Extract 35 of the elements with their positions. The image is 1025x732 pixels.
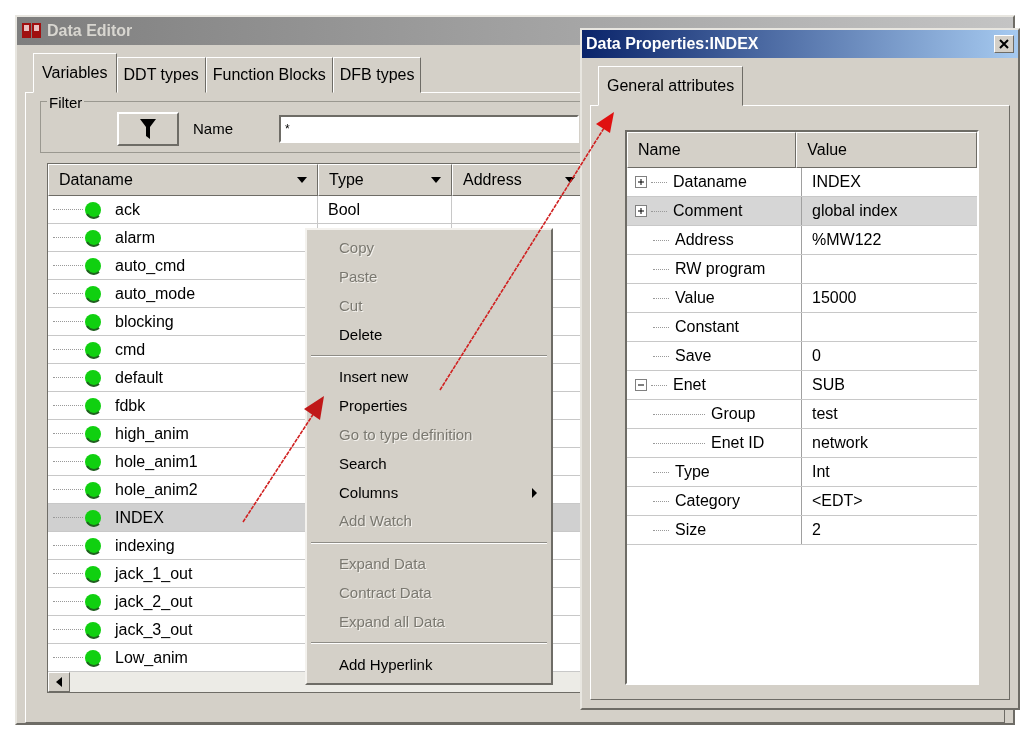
property-value: 0 <box>812 346 821 366</box>
variable-name: hole_anim2 <box>115 479 198 500</box>
variable-name: auto_cmd <box>115 255 186 276</box>
header-label: Address <box>463 170 522 190</box>
property-value: SUB <box>812 375 845 395</box>
variable-name: jack_3_out <box>115 619 193 640</box>
variable-name: fdbk <box>115 395 146 416</box>
variable-name: default <box>115 367 164 388</box>
property-value: network <box>812 433 869 453</box>
window-title: Data Editor <box>47 21 133 41</box>
variable-name: ack <box>115 199 140 220</box>
property-value: INDEX <box>812 172 861 192</box>
variable-name: jack_2_out <box>115 591 193 612</box>
property-value: 2 <box>812 520 821 540</box>
property-value: global index <box>812 201 898 221</box>
variable-name: hole_anim1 <box>115 451 198 472</box>
property-value: %MW122 <box>812 230 882 250</box>
property-value: test <box>812 404 838 424</box>
variable-name: indexing <box>115 535 175 556</box>
property-value: <EDT> <box>812 491 863 511</box>
name-label: Name <box>193 118 233 139</box>
type-cell-text: Bool <box>328 199 361 220</box>
variable-name: blocking <box>115 311 174 332</box>
property-value: Int <box>812 462 830 482</box>
variable-name: INDEX <box>115 507 164 528</box>
variable-name: cmd <box>115 339 146 360</box>
header-label: Dataname <box>59 170 133 190</box>
variable-name: jack_1_out <box>115 563 193 584</box>
variable-name: Low_anim <box>115 647 188 668</box>
variable-name: auto_mode <box>115 283 196 304</box>
window-title: Data Properties:INDEX <box>586 34 759 54</box>
property-value: 15000 <box>812 288 857 308</box>
variable-name: high_anim <box>115 423 189 444</box>
header-label: Type <box>329 170 364 190</box>
variable-name: alarm <box>115 227 155 248</box>
